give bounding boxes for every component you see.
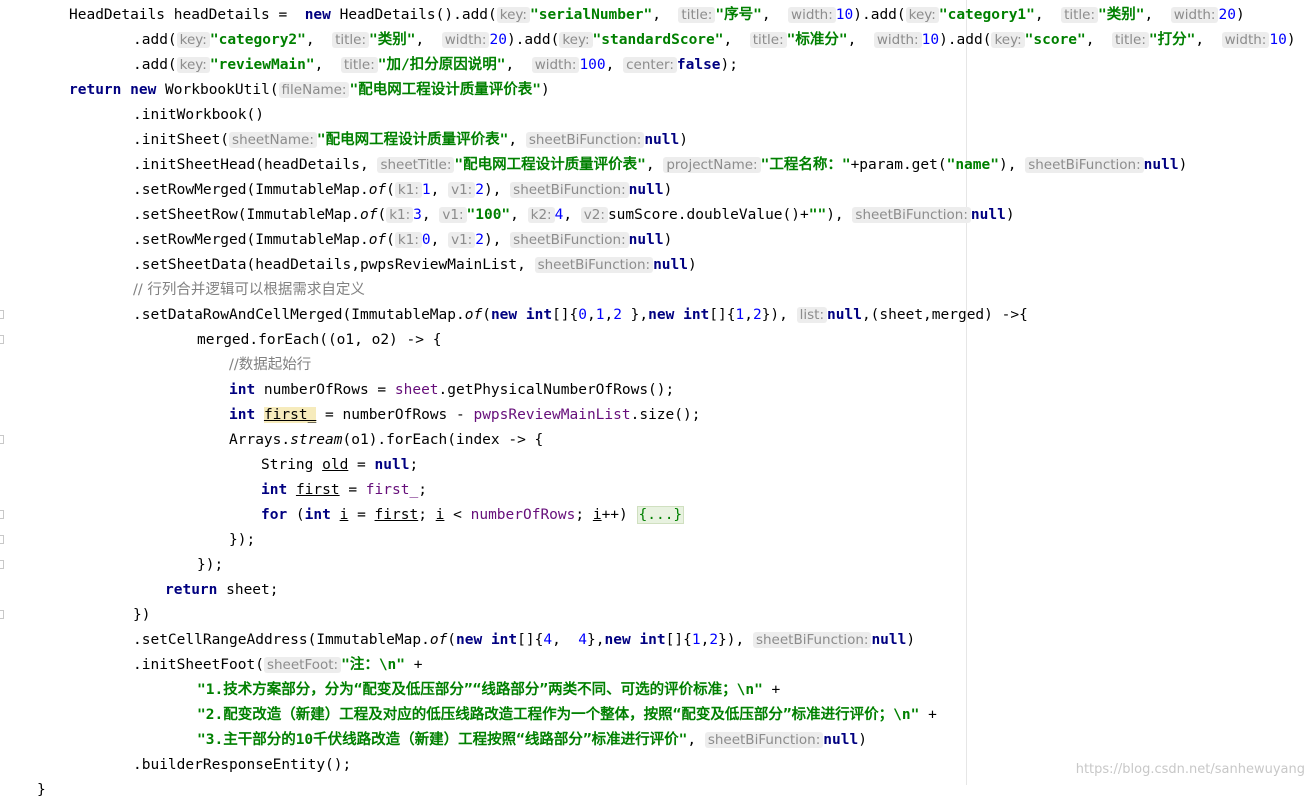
code-line-11[interactable]: .setSheetData(headDetails,pwpsReviewMain… <box>133 253 697 278</box>
param-hint: width: <box>873 32 922 48</box>
code-line-5[interactable]: .initWorkbook() <box>133 103 264 128</box>
code-line-18[interactable]: Arrays.stream(o1).forEach(index -> { <box>229 428 543 453</box>
code-line-31[interactable]: .builderResponseEntity(); <box>133 753 351 778</box>
code-line-22[interactable]: }); <box>229 528 255 553</box>
param-hint: sheetName: <box>229 132 317 148</box>
code-line-13[interactable]: .setDataRowAndCellMerged(ImmutableMap.of… <box>133 303 1028 328</box>
code-line-4[interactable]: return new WorkbookUtil(fileName: "配电网工程设… <box>69 78 550 103</box>
code-line-9[interactable]: .setSheetRow(ImmutableMap.of(k1: 3, v1: "1… <box>133 203 1015 228</box>
param-hint: v2: <box>580 207 608 223</box>
fold-marker[interactable] <box>0 435 4 444</box>
code-line-28[interactable]: "1.技术方案部分，分为“配变及低压部分”“线路部分”两类不同、可选的评价标准；… <box>197 678 780 703</box>
param-hint: key: <box>176 32 210 48</box>
param-hint: sheetBiFunction: <box>852 207 971 223</box>
watermark: https://blog.csdn.net/sanhewuyang <box>1075 762 1305 777</box>
fold-marker[interactable] <box>0 510 4 519</box>
param-hint: key: <box>905 7 939 23</box>
param-hint: sheetBiFunction: <box>510 232 629 248</box>
param-hint: k1: <box>394 232 422 248</box>
code-line-23[interactable]: }); <box>197 553 223 578</box>
param-hint: list: <box>796 307 828 323</box>
param-hint: sheetBiFunction: <box>510 182 629 198</box>
code-line-24[interactable]: return sheet; <box>165 578 279 603</box>
param-hint: v1: <box>448 182 476 198</box>
param-hint: title: <box>1111 32 1149 48</box>
param-hint: width: <box>1170 7 1219 23</box>
code-line-30[interactable]: "3.主干部分的10千伏线路改造（新建）工程按照“线路部分”标准进行评价", s… <box>197 728 867 753</box>
param-hint: sheetBiFunction: <box>525 132 645 148</box>
param-hint: sheetTitle: <box>377 157 455 173</box>
param-hint: key: <box>496 7 530 23</box>
code-line-12[interactable]: // 行列合并逻辑可以根据需求自定义 <box>133 278 365 303</box>
code-line-10[interactable]: .setRowMerged(ImmutableMap.of(k1: 0, v1: 2… <box>133 228 672 253</box>
code-line-21[interactable]: for (int i = first; i < numberOfRows; i+… <box>261 503 685 528</box>
code-line-29[interactable]: "2.配变改造（新建）工程及对应的低压线路改造工程作为一个整体，按照“配变及低压… <box>197 703 937 728</box>
param-hint: width: <box>531 57 580 73</box>
param-hint: key: <box>559 32 593 48</box>
param-hint: k1: <box>394 182 422 198</box>
comment: //数据起始行 <box>229 357 312 373</box>
highlighted-variable[interactable]: first_ <box>263 407 317 423</box>
code-line-2[interactable]: .add(key: "category2", title: "类别", width:… <box>133 28 1296 53</box>
param-hint: title: <box>1061 7 1099 23</box>
code-line-7[interactable]: .initSheetHead(headDetails, sheetTitle: "… <box>133 153 1187 178</box>
fold-marker[interactable] <box>0 310 4 319</box>
param-hint: key: <box>991 32 1025 48</box>
code-line-17[interactable]: int first_ = numberOfRows - pwpsReviewMa… <box>229 403 700 428</box>
param-hint: key: <box>176 57 210 73</box>
code-line-26[interactable]: .setCellRangeAddress(ImmutableMap.of(new… <box>133 628 915 653</box>
fold-marker[interactable] <box>0 535 4 544</box>
param-hint: center: <box>623 57 677 73</box>
param-hint: v1: <box>439 207 467 223</box>
param-hint: sheetBiFunction: <box>704 732 824 748</box>
fold-marker[interactable] <box>0 610 4 619</box>
param-hint: title: <box>678 7 716 23</box>
param-hint: title: <box>332 32 370 48</box>
param-hint: k1: <box>386 207 414 223</box>
param-hint: width: <box>1221 32 1270 48</box>
param-hint: title: <box>749 32 787 48</box>
fold-marker[interactable] <box>0 335 4 344</box>
code-line-25[interactable]: }) <box>133 603 150 628</box>
param-hint: v1: <box>448 232 476 248</box>
code-line-6[interactable]: .initSheet(sheetName: "配电网工程设计质量评价表", she… <box>133 128 688 153</box>
param-hint: width: <box>441 32 490 48</box>
fold-marker[interactable] <box>0 560 4 569</box>
param-hint: fileName: <box>278 82 350 98</box>
code-line-32[interactable]: } <box>37 778 46 803</box>
code-line-27[interactable]: .initSheetFoot(sheetFoot: "注：\n" + <box>133 653 422 678</box>
editor-gutter[interactable] <box>0 0 8 785</box>
code-line-3[interactable]: .add(key: "reviewMain", title: "加/扣分原因说明",… <box>133 53 738 78</box>
code-line-1[interactable]: HeadDetails headDetails = new HeadDetail… <box>69 3 1245 28</box>
param-hint: sheetBiFunction: <box>752 632 872 648</box>
param-hint: sheetFoot: <box>263 657 342 673</box>
code-line-14[interactable]: merged.forEach((o1, o2) -> { <box>197 328 441 353</box>
folded-code-block[interactable]: {...} <box>636 506 685 524</box>
param-hint: sheetBiFunction: <box>534 257 654 273</box>
param-hint: projectName: <box>663 157 761 173</box>
param-hint: sheetBiFunction: <box>1025 157 1144 173</box>
code-line-20[interactable]: int first = first_; <box>261 478 427 503</box>
param-hint: width: <box>788 7 836 23</box>
code-line-16[interactable]: int numberOfRows = sheet.getPhysicalNumb… <box>229 378 674 403</box>
code-line-15[interactable]: //数据起始行 <box>229 353 311 378</box>
param-hint: k2: <box>527 207 555 223</box>
param-hint: title: <box>340 57 378 73</box>
code-line-8[interactable]: .setRowMerged(ImmutableMap.of(k1: 1, v1: 2… <box>133 178 672 203</box>
right-margin-guide <box>966 0 967 785</box>
code-line-19[interactable]: String old = null; <box>261 453 418 478</box>
comment: // 行列合并逻辑可以根据需求自定义 <box>133 282 365 298</box>
